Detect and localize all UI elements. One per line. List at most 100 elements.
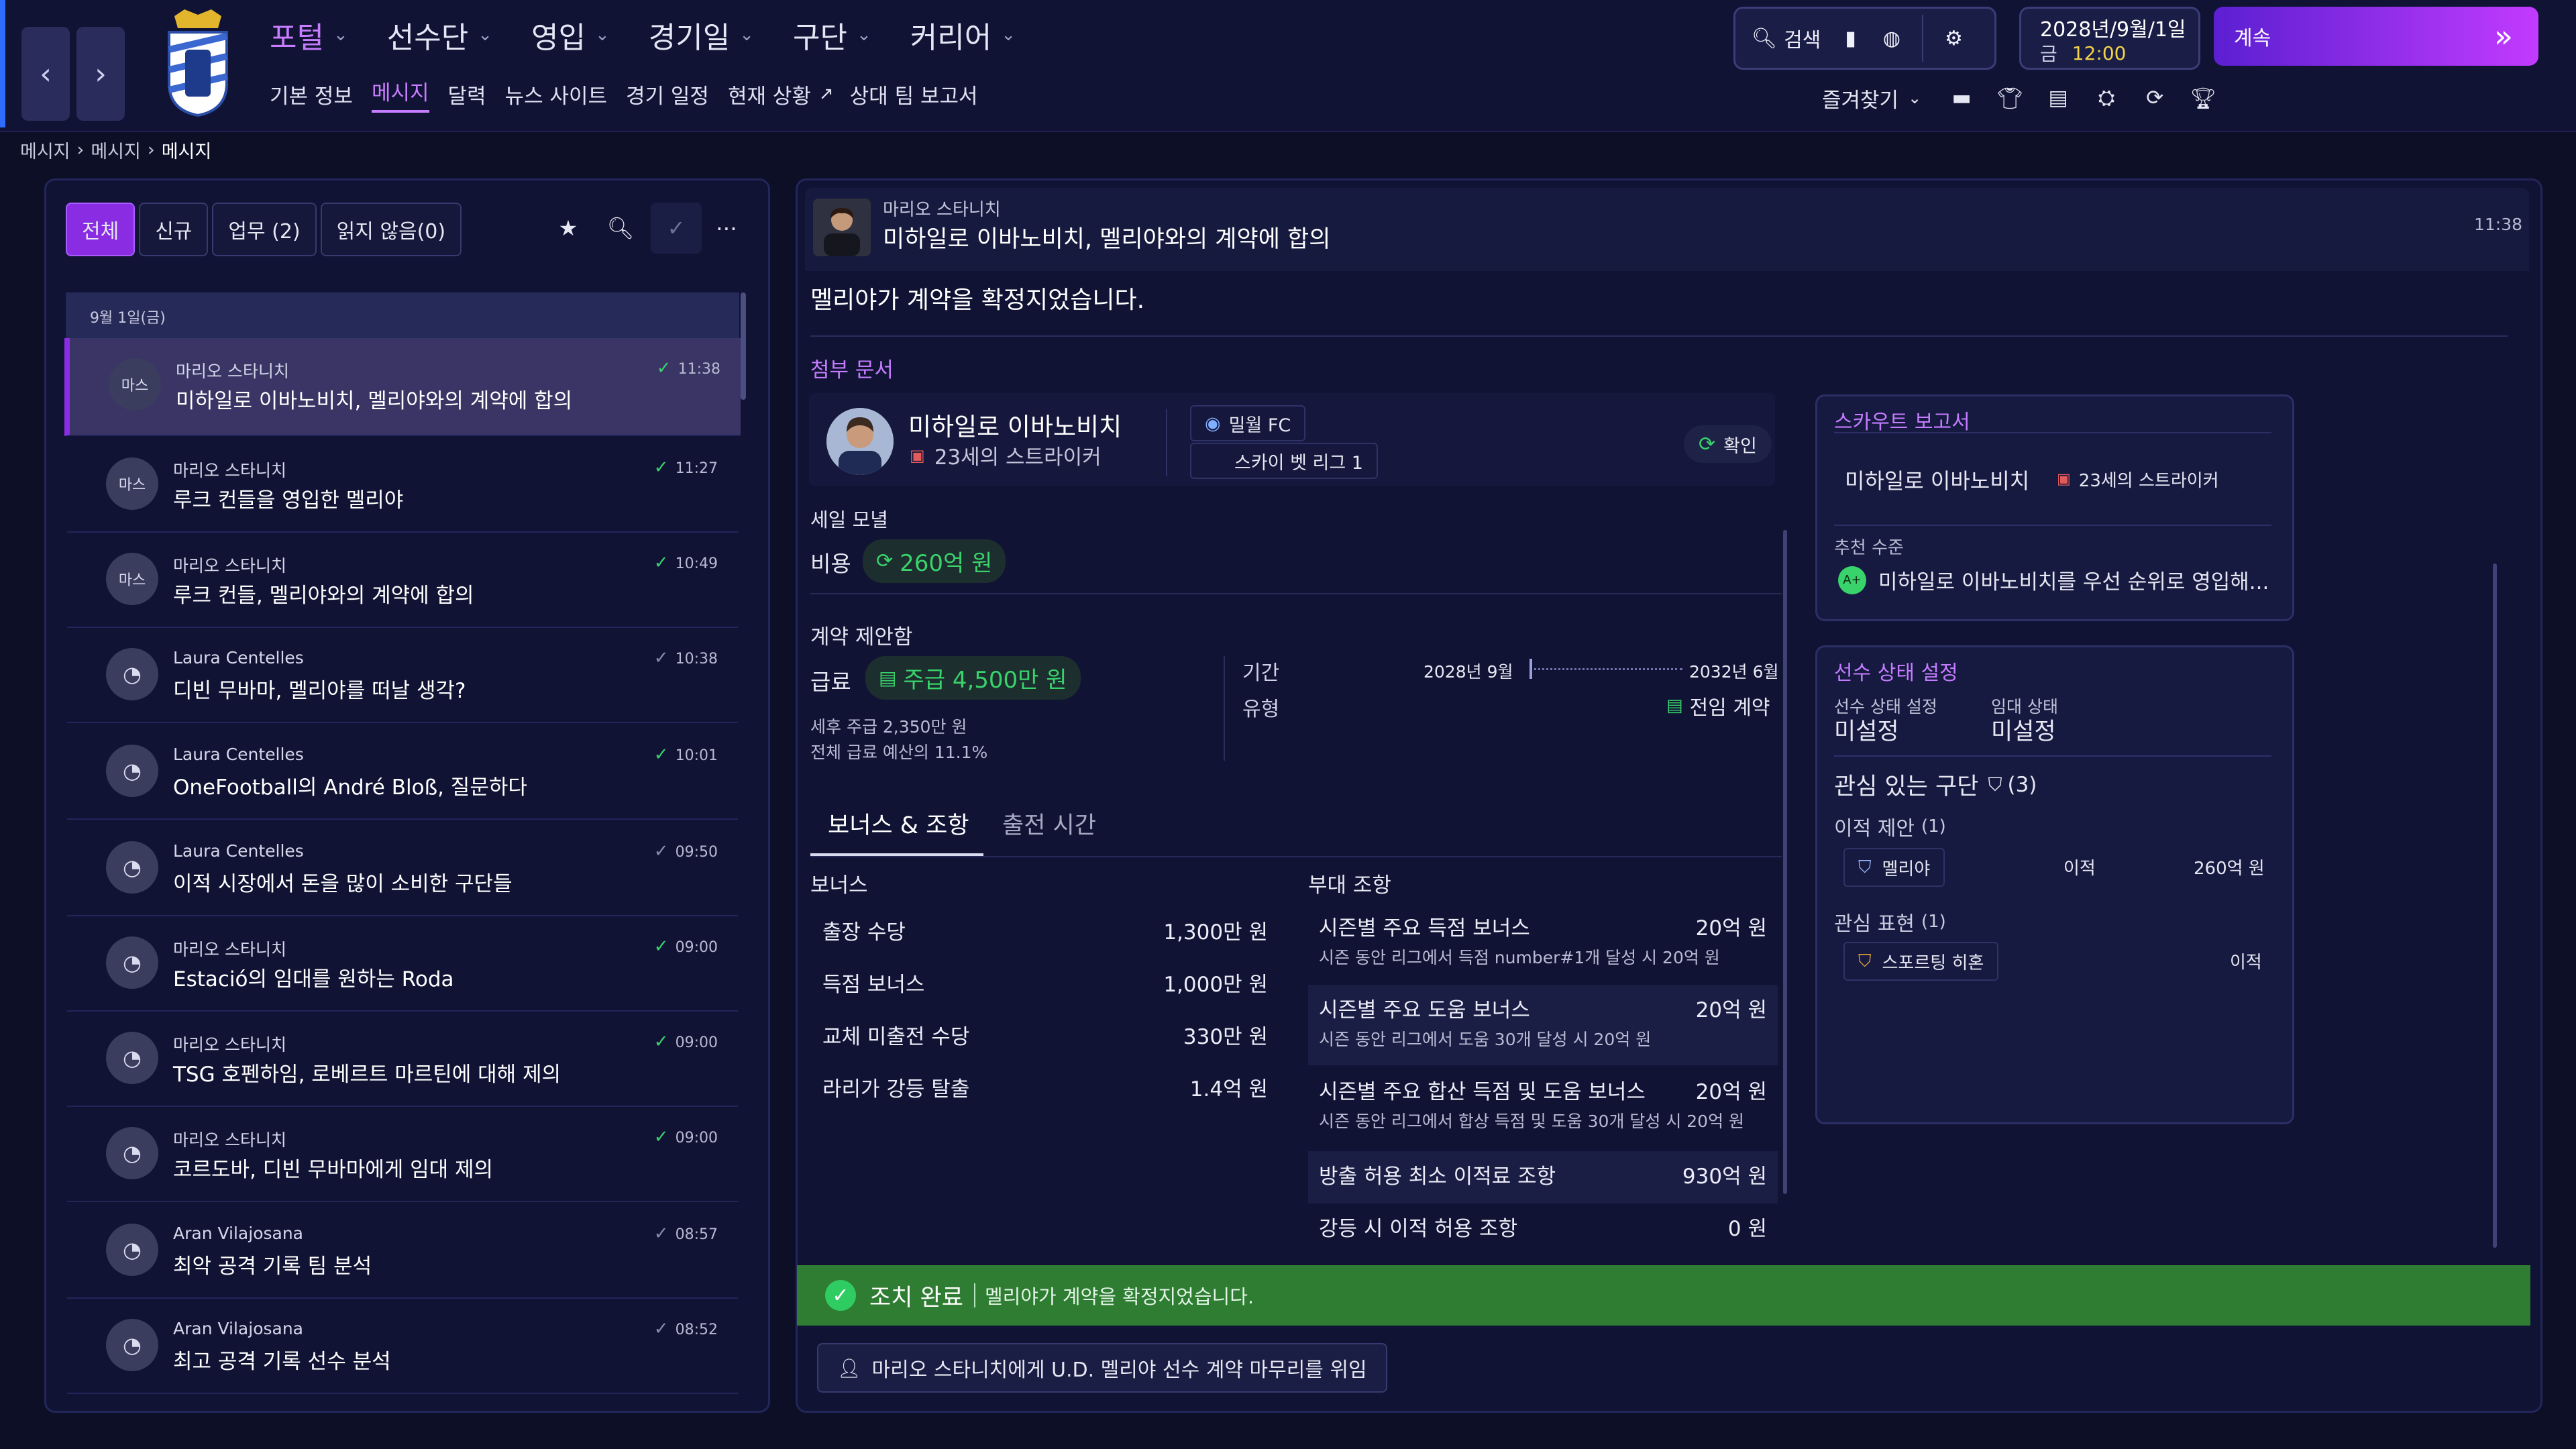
delegate-icon: 👤︎ [837,1356,861,1379]
sender-name: 마리오 스타니치 [883,200,1001,220]
clause-row: 시즌별 주요 득점 보너스 20억 원 시즌 동안 리그에서 득점 number#1… [1308,903,1778,978]
bookmark-icon[interactable]: ▮ [1845,27,1856,50]
submenu-overview[interactable]: 기본 정보 [270,79,353,109]
confirm-button[interactable]: ⟳ 확인 [1684,425,1772,463]
message-from: 마리오 스타니치 [176,362,289,381]
date-box[interactable]: 2028년/9월/1일 금 12:00 [2019,7,2200,70]
tab-tasks[interactable]: 업무 (2) [212,203,317,256]
search-button[interactable]: 🔍︎ 검색 [1752,23,1821,53]
gear-icon[interactable]: ⚙ [1945,27,1963,50]
league-chip[interactable]: 스카이 벳 리그 1 [1190,443,1378,479]
more-icon[interactable]: ⋯ [710,215,743,241]
inbox-scrollbar[interactable] [741,292,746,400]
submenu-status[interactable]: 현재 상황 ↗ [728,79,834,109]
player-name[interactable]: 미하일로 이바노비치 [908,407,1122,443]
flag-icon: ▣ [2057,471,2071,488]
contact-icon: ◔ [106,1127,158,1179]
globe-icon[interactable]: ◍ [1883,27,1900,50]
list-item[interactable]: ◔ 마리오 스타니치 Estació의 임대를 원하는 Roda ✓ 09:00 [67,916,738,1012]
list-item[interactable]: 마스 마리오 스타니치 루크 컨들, 멜리야와의 계약에 합의 ✓ 10:49 [67,533,738,628]
tab-playing-time[interactable]: 출전 시간 [1002,806,1096,841]
loan-value[interactable]: 미설정 [1991,712,2056,747]
message-time: 11:38 [2474,215,2523,234]
list-item[interactable]: ◔ 마리오 스타니치 TSG 호펜하임, 로베르트 마르틴에 대해 제의 ✓ 09:00 [67,1012,738,1107]
external-link-icon: ↗ [818,84,834,104]
refresh-icon[interactable]: ⟳ [2141,86,2168,110]
offer-value: 260억 원 [2194,859,2265,879]
scout-title[interactable]: 스카우트 보고서 [1834,405,1970,435]
bonus-value: 330만 원 [1183,1025,1268,1049]
message-time: ✓ 08:52 [653,1319,718,1339]
clause-row: 강등 시 이적 허용 조항 0 원 [1308,1203,1778,1250]
clipboard-icon[interactable]: ▤ [2045,86,2072,110]
message-time: ✓ 09:00 [653,1032,718,1052]
transfer-offers: 이적 제안 (1) [1834,816,1946,841]
submenu-messages[interactable]: 메시지 [371,76,429,113]
divider [1834,755,2271,757]
list-item[interactable]: 마스 마리오 스타니치 루크 컨들을 영입한 멜리야 ✓ 11:27 [67,437,738,533]
star-icon[interactable]: ★ [551,215,585,241]
tab-new[interactable]: 신규 [139,203,209,256]
scout-icon[interactable]: ⛭ [2093,86,2120,111]
chevron-down-icon: ⌄ [333,25,348,45]
menu-matchday[interactable]: 경기일 ⌄ [649,13,754,56]
continue-button[interactable]: 계속 » [2214,7,2538,66]
club-chip[interactable]: ◉ 밀월 FC [1190,405,1306,441]
clause-row: 시즌별 주요 도움 보너스 20억 원 시즌 동안 리그에서 도움 30개 달성 시… [1308,985,1778,1065]
breadcrumb-item[interactable]: 메시지 [91,137,141,163]
clause-label: 방출 허용 최소 이적료 조항 [1319,1165,1556,1189]
submenu-fixtures[interactable]: 경기 일정 [626,79,709,109]
menu-career[interactable]: 커리어 ⌄ [910,13,1016,56]
tab-all[interactable]: 전체 [66,203,136,256]
attachment-title: 첨부 문서 [810,358,894,382]
message-subject: 최악 공격 기록 팀 분석 [173,1254,372,1279]
trophy-icon[interactable]: 🏆︎ [2190,86,2216,111]
weekday: 금 [2040,43,2057,65]
club-crest-icon[interactable] [161,9,235,117]
breadcrumb-item[interactable]: 메시지 [20,137,70,163]
detail-scrollbar-thumb[interactable] [1783,530,1787,1194]
list-item[interactable]: ◔ Laura Centelles OneFootball의 André Bloß,… [67,724,738,820]
panel-scrollbar[interactable] [2493,564,2497,1248]
back-button[interactable]: ‹ [21,27,70,121]
tab-unread[interactable]: 읽지 않음(0) [320,203,462,256]
search-icon[interactable]: 🔍︎ [604,215,637,241]
sender-avatar: 마스 [106,458,158,510]
forward-button[interactable]: › [76,27,125,121]
menu-portal[interactable]: 포털 ⌄ [270,13,348,56]
status-value[interactable]: 미설정 [1834,712,1899,747]
contract-icon: ▤ [1666,696,1683,716]
check-icon: ✓ [653,1224,669,1244]
tab-bonus-clauses[interactable]: 보너스 & 조항 [828,806,969,841]
list-item[interactable]: 마스 마리오 스타니치 미하일로 이바노비치, 멜리야와의 계약에 합의 ✓ 11:38 [64,338,741,436]
chevron-down-icon: ⌄ [1001,25,1016,45]
type-label: 유형 [1242,698,1280,721]
favorites-dropdown[interactable]: 즐겨찾기 ⌄ [1822,83,1921,113]
message-time: ✓ 11:27 [653,458,718,478]
menu-transfers[interactable]: 영입 ⌄ [531,13,610,56]
list-item[interactable]: ◔ Aran Vilajosana 최악 공격 기록 팀 분석 ✓ 08:57 [67,1203,738,1299]
list-item[interactable]: ◔ 마리오 스타니치 코르도바, 디빈 무바마에게 임대 제의 ✓ 09:00 [67,1107,738,1202]
submenu-news[interactable]: 뉴스 사이트 [505,79,607,109]
mark-read-icon[interactable]: ✓ [651,203,702,254]
interest-club-chip[interactable]: ⛉ 스포르팅 히혼 [1843,942,1999,981]
shirt-icon[interactable]: 👕︎ [1996,86,2023,111]
list-item[interactable]: ◔ Laura Centelles 이적 시장에서 돈을 많이 소비한 구단들 ✓ 09… [67,821,738,916]
delegate-button[interactable]: 👤︎ 마리오 스타니치에게 U.D. 멜리야 선수 계약 마무리를 위임 [817,1343,1387,1393]
interest-type: 이적 [2230,953,2262,973]
menu-club[interactable]: 구단 ⌄ [793,13,871,56]
submenu-opposition-report[interactable]: 상대 팀 보고서 [850,79,978,109]
recommendation: A+ 미하일로 이바노비치를 우선 순위로 영입해... [1838,565,2269,595]
divider [1922,15,1923,62]
refresh-icon: ⟳ [1699,432,1716,456]
offer-club-chip[interactable]: ⛉ 멜리야 [1843,848,1945,887]
list-item[interactable]: ◔ Aran Vilajosana 최고 공격 기록 선수 분석 ✓ 08:52 [67,1299,738,1394]
message-from: 마리오 스타니치 [173,556,286,576]
menu-squad[interactable]: 선수단 ⌄ [387,13,492,56]
message-time: ✓ 10:01 [653,745,718,765]
list-item[interactable]: ◔ Laura Centelles 디빈 무바마, 멜리야를 떠날 생각? ✓ 10:3… [67,628,738,723]
submenu-calendar[interactable]: 달력 [448,79,486,109]
chat-icon[interactable]: ▬ [1948,86,1975,110]
divider [1834,525,2271,526]
chevron-down-icon: ⌄ [739,25,755,45]
